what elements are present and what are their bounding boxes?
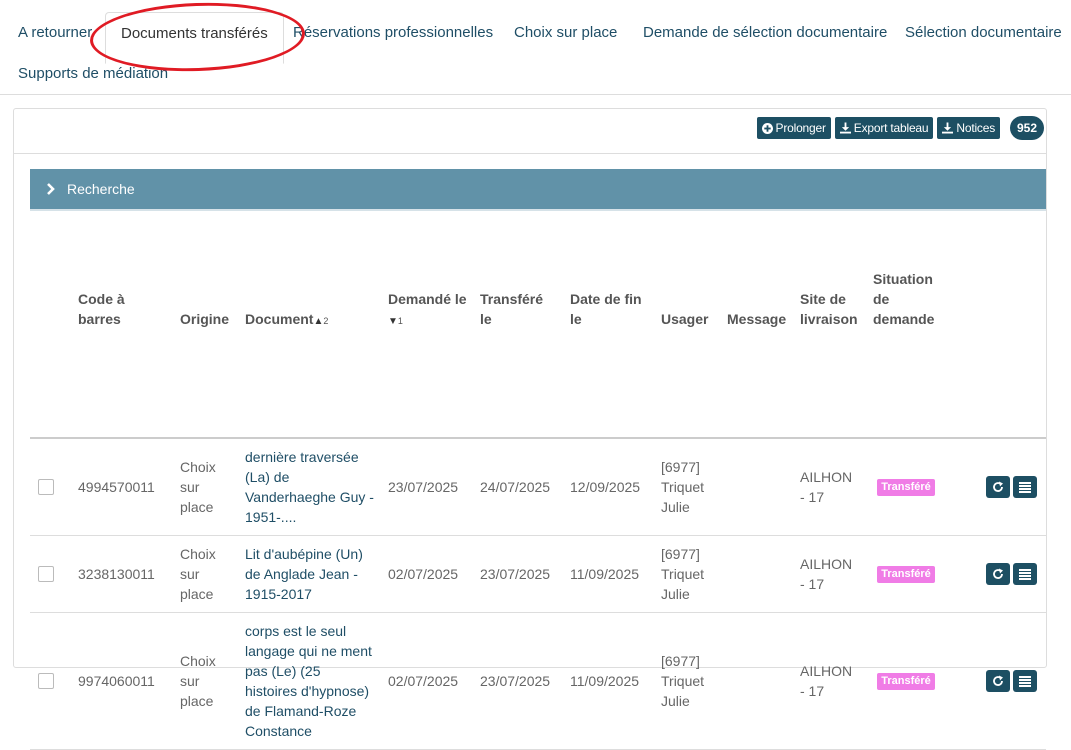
header-barcode[interactable]: Code à barres <box>78 289 125 329</box>
status-badge: Transféré <box>877 479 935 496</box>
header-requested[interactable]: Demandé le ▼1 <box>388 289 467 332</box>
refresh-icon <box>993 481 1003 492</box>
header-origin[interactable]: Origine <box>180 309 229 329</box>
table-row: 4994570011 Choix sur place dernière traver… <box>30 439 1046 536</box>
user-cell: [6977] Triquet Julie <box>661 653 705 709</box>
tab-bar: A retourner Documents transférés Réserva… <box>0 0 1071 95</box>
refresh-button[interactable] <box>986 476 1010 498</box>
row-checkbox[interactable] <box>38 479 54 495</box>
transferred-date-cell: 24/07/2025 <box>480 479 551 495</box>
refresh-icon <box>993 568 1003 579</box>
tab-demande-selection-documentaire[interactable]: Demande de sélection documentaire <box>643 24 887 42</box>
sort-desc-icon: ▼ <box>388 316 398 327</box>
notices-button[interactable]: Notices <box>937 117 1000 139</box>
transferred-date-cell: 23/07/2025 <box>480 673 551 689</box>
site-cell: AILHON - 17 <box>800 663 853 699</box>
export-tableau-button[interactable]: Export tableau <box>834 117 934 139</box>
header-transferred[interactable]: Transféré le <box>480 289 543 329</box>
tab-supports-de-mediation[interactable]: Supports de médiation <box>18 65 168 83</box>
details-button[interactable] <box>1013 563 1037 585</box>
document-link[interactable]: Lit d'aubépine (Un) de Anglade Jean -1915… <box>245 544 363 604</box>
search-toggle[interactable]: Recherche <box>30 169 1046 211</box>
result-count-badge: 952 <box>1010 116 1044 140</box>
header-document[interactable]: Document▲2 <box>245 309 328 332</box>
panel-heading-divider <box>14 153 1046 154</box>
status-badge: Transféré <box>877 673 935 690</box>
requested-date-cell: 02/07/2025 <box>388 566 459 582</box>
document-link[interactable]: corps est le seul langage qui ne ment pas … <box>245 621 372 741</box>
row-checkbox[interactable] <box>38 673 54 689</box>
download-icon <box>839 122 851 134</box>
origin-cell: Choix sur place <box>180 546 216 602</box>
end-date-cell: 12/09/2025 <box>570 479 641 495</box>
tab-selection-documentaire[interactable]: Sélection documentaire <box>905 24 1062 42</box>
barcode-cell: 4994570011 <box>78 479 155 495</box>
site-cell: AILHON - 17 <box>800 469 853 505</box>
plus-circle-icon <box>761 122 773 134</box>
prolonger-button[interactable]: Prolonger <box>756 117 831 139</box>
site-cell: AILHON - 17 <box>800 556 853 592</box>
list-icon <box>1019 675 1031 687</box>
export-tableau-label: Export tableau <box>853 121 929 135</box>
list-icon <box>1019 568 1031 580</box>
details-button[interactable] <box>1013 670 1037 692</box>
tab-documents-transferes[interactable]: Documents transférés <box>105 12 284 64</box>
table-row: 3238130011 Choix sur place Lit d'aubépine … <box>30 536 1046 613</box>
barcode-cell: 3238130011 <box>78 566 155 582</box>
header-site[interactable]: Site de livraison <box>800 289 858 329</box>
tab-choix-sur-place[interactable]: Choix sur place <box>514 24 617 42</box>
status-badge: Transféré <box>877 566 935 583</box>
user-cell: [6977] Triquet Julie <box>661 459 705 515</box>
header-message[interactable]: Message <box>727 309 786 329</box>
refresh-button[interactable] <box>986 670 1010 692</box>
notices-label: Notices <box>956 121 995 135</box>
refresh-button[interactable] <box>986 563 1010 585</box>
refresh-icon <box>993 675 1003 686</box>
sort-asc-icon: ▲ <box>313 316 324 327</box>
user-cell: [6977] Triquet Julie <box>661 546 705 602</box>
toolbar: Prolonger Export tableau Notices 952 <box>756 116 1044 140</box>
tab-reservations-professionnelles[interactable]: Réservations professionnelles <box>293 24 493 42</box>
tab-a-retourner[interactable]: A retourner <box>18 24 92 42</box>
requested-date-cell: 02/07/2025 <box>388 673 459 689</box>
row-checkbox[interactable] <box>38 566 54 582</box>
download-icon <box>942 122 954 134</box>
origin-cell: Choix sur place <box>180 459 216 515</box>
end-date-cell: 11/09/2025 <box>570 673 640 689</box>
header-user[interactable]: Usager <box>661 309 708 329</box>
list-icon <box>1019 481 1031 493</box>
search-label: Recherche <box>67 181 135 197</box>
requested-date-cell: 23/07/2025 <box>388 479 459 495</box>
header-situation[interactable]: Situation de demande <box>873 269 934 329</box>
document-link[interactable]: dernière traversée (La) de Vanderhaeghe Gu… <box>245 447 374 527</box>
origin-cell: Choix sur place <box>180 653 216 709</box>
details-button[interactable] <box>1013 476 1037 498</box>
header-enddate[interactable]: Date de fin le <box>570 289 642 329</box>
chevron-right-icon <box>47 183 55 195</box>
prolonger-label: Prolonger <box>775 121 826 135</box>
end-date-cell: 11/09/2025 <box>570 566 640 582</box>
table-row: 9974060011 Choix sur place corps est le se… <box>30 613 1046 750</box>
results-panel: Prolonger Export tableau Notices 952 Rec… <box>13 108 1047 750</box>
transferred-date-cell: 23/07/2025 <box>480 566 551 582</box>
tabs-divider <box>0 94 1071 95</box>
barcode-cell: 9974060011 <box>78 673 155 689</box>
